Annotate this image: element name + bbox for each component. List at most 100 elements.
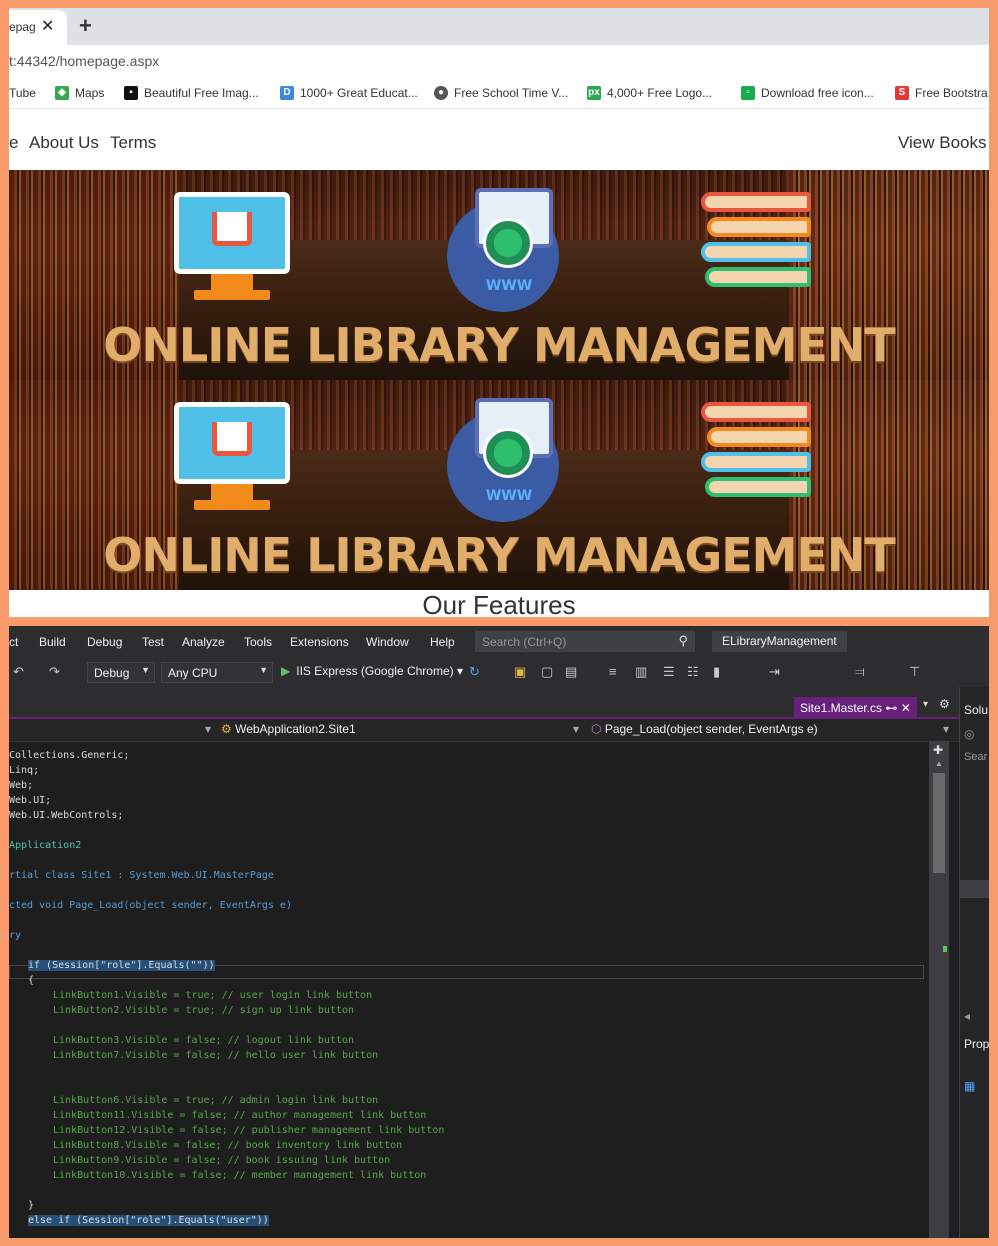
bookmark-great-education[interactable]: D 1000+ Great Educat... xyxy=(280,86,418,100)
align-left-icon[interactable]: ⫤ xyxy=(855,664,865,680)
globe-icon: ● xyxy=(434,86,448,100)
menu-window[interactable]: Window xyxy=(366,635,409,649)
bookmark-label: Tube xyxy=(9,86,36,100)
maps-icon: ◆ xyxy=(55,86,69,100)
document-tab[interactable]: Site1.Master.cs ⊷ ✕ xyxy=(794,697,917,718)
indent-icon[interactable]: ☰ xyxy=(663,664,675,680)
menu-tools[interactable]: Tools xyxy=(244,635,272,649)
code-line: } xyxy=(28,1200,35,1211)
bookmark-school-time[interactable]: ● Free School Time V... xyxy=(434,86,568,100)
settings-icon[interactable]: ⚙ xyxy=(939,697,950,711)
member-dropdown[interactable]: ⬡ Page_Load(object sender, EventArgs e) xyxy=(591,722,818,736)
book-stack-icon xyxy=(701,402,811,502)
code-line: Web; xyxy=(9,780,34,791)
scroll-left-icon[interactable]: ◂ xyxy=(964,1009,970,1023)
menu-analyze[interactable]: Analyze xyxy=(182,635,225,649)
solution-search[interactable]: Sear xyxy=(964,751,987,763)
class-icon: ⚙ xyxy=(221,722,236,736)
class-dropdown[interactable]: ⚙ WebApplication2.Site1 xyxy=(221,722,356,736)
chevron-down-icon[interactable]: ▾ xyxy=(573,722,579,736)
folder-icon[interactable]: ▣ xyxy=(514,664,526,680)
play-icon: ▶ xyxy=(281,664,291,678)
platform-dropdown[interactable]: Any CPU ▼ xyxy=(161,662,273,683)
banner-title: ONLINE LIBRARY MANAGEMENT xyxy=(103,318,895,372)
nav-view-books-link[interactable]: View Books xyxy=(898,133,987,153)
code-line: LinkButton2.Visible = true; // sign up l… xyxy=(53,1005,355,1016)
bookmark-youtube[interactable]: Tube xyxy=(9,86,36,100)
bookmark-label: Free Bootstra xyxy=(915,86,988,100)
search-box[interactable]: Search (Ctrl+Q) ⚲ xyxy=(475,631,695,652)
code-line: Application2 xyxy=(9,840,82,851)
split-icon[interactable]: ✚ xyxy=(933,743,943,757)
home-icon[interactable]: ◎ xyxy=(964,727,974,741)
scrollbar-thumb[interactable] xyxy=(933,773,945,873)
bookmark-free-logo[interactable]: px 4,000+ Free Logo... xyxy=(587,86,712,100)
platform-value: Any CPU xyxy=(168,666,218,680)
scroll-up-icon[interactable]: ▲ xyxy=(935,759,943,768)
document-tab-label: Site1.Master.cs xyxy=(800,701,883,715)
bookmark-icon[interactable]: ▮ xyxy=(713,664,720,680)
bookmark-beautiful-free-images[interactable]: ▪ Beautiful Free Imag... xyxy=(124,86,259,100)
run-button[interactable]: ▶ IIS Express (Google Chrome) ▾ xyxy=(281,664,463,678)
nav-about-link[interactable]: About Us xyxy=(29,133,99,153)
navigation-bar: ▾ ⚙ WebApplication2.Site1 ▾ ⬡ Page_Load(… xyxy=(9,719,959,742)
redo-icon[interactable]: ↷ xyxy=(49,664,60,680)
bookmark-free-bootstrap[interactable]: S Free Bootstra xyxy=(895,86,988,100)
camera-icon: ▪ xyxy=(124,86,138,100)
configuration-dropdown[interactable]: Debug ▼ xyxy=(87,662,155,683)
bookmark-label: 4,000+ Free Logo... xyxy=(607,86,713,100)
book-stack-icon xyxy=(701,192,811,292)
nav-home-link[interactable]: e xyxy=(9,133,18,153)
chevron-down-icon[interactable]: ▾ xyxy=(943,722,949,736)
chevron-down-icon[interactable]: ▾ xyxy=(205,722,211,736)
new-tab-button[interactable]: + xyxy=(79,13,92,39)
menu-extensions[interactable]: Extensions xyxy=(290,635,349,649)
format-icon[interactable]: ⇥ xyxy=(769,664,780,680)
menu-help[interactable]: Help xyxy=(430,635,455,649)
code-line: LinkButton8.Visible = false; // book inv… xyxy=(53,1140,403,1151)
globe-icon xyxy=(483,428,533,478)
code-line: else if (Session["role"].Equals("user")) xyxy=(28,1215,269,1226)
layout-icon[interactable]: ▤ xyxy=(565,664,577,680)
code-line: LinkButton3.Visible = false; // logout l… xyxy=(53,1035,355,1046)
document-tab-row: Site1.Master.cs ⊷ ✕ ▾ ⚙ xyxy=(9,687,959,719)
menu-test[interactable]: Test xyxy=(142,635,164,649)
undo-icon[interactable]: ↶ xyxy=(13,664,24,680)
close-icon[interactable]: ✕ xyxy=(901,701,911,715)
hero-banner: WWW ONLINE LIBRARY MANAGEMENT WWW ONLINE… xyxy=(9,170,989,590)
selected-item[interactable] xyxy=(960,880,989,898)
align-icon[interactable]: ≡ xyxy=(609,664,617,679)
url-text[interactable]: t:44342/homepage.aspx xyxy=(9,53,159,69)
close-icon[interactable]: ✕ xyxy=(41,16,54,36)
columns-icon[interactable]: ▥ xyxy=(635,664,647,680)
vertical-scrollbar[interactable]: ✚ ▲ xyxy=(929,741,949,1238)
address-bar[interactable]: t:44342/homepage.aspx xyxy=(9,45,989,79)
outdent-icon[interactable]: ☷ xyxy=(687,664,699,680)
window-icon[interactable]: ▢ xyxy=(541,664,553,680)
code-line: LinkButton11.Visible = false; // author … xyxy=(53,1110,427,1121)
bookmark-maps[interactable]: ◆ Maps xyxy=(55,86,104,100)
menu-project[interactable]: ct xyxy=(9,635,18,649)
nav-terms-link[interactable]: Terms xyxy=(110,133,156,153)
align-top-icon[interactable]: ⊤ xyxy=(909,664,920,680)
visual-studio-window: ct Build Debug Test Analyze Tools Extens… xyxy=(9,626,989,1238)
bookmark-label: Free School Time V... xyxy=(454,86,569,100)
menu-build[interactable]: Build xyxy=(39,635,66,649)
menu-debug[interactable]: Debug xyxy=(87,635,122,649)
search-icon: ⚲ xyxy=(678,633,688,648)
search-placeholder: Search (Ctrl+Q) xyxy=(482,635,567,649)
browser-tab[interactable]: epag ✕ xyxy=(9,10,67,45)
open-book-icon xyxy=(212,422,252,456)
code-line: LinkButton7.Visible = false; // hello us… xyxy=(53,1050,379,1061)
pin-icon[interactable]: ⊷ xyxy=(885,701,897,715)
refresh-icon[interactable]: ↻ xyxy=(469,664,480,680)
bookmark-label: Beautiful Free Imag... xyxy=(144,86,259,100)
code-line: { xyxy=(28,975,35,986)
bookmark-download-icons[interactable]: ▫ Download free icon... xyxy=(741,86,874,100)
open-book-icon xyxy=(212,212,252,246)
tab-list-dropdown-icon[interactable]: ▾ xyxy=(923,699,928,710)
properties-title: Prop xyxy=(964,1037,989,1051)
bookmarks-bar: Tube ◆ Maps ▪ Beautiful Free Imag... D 1… xyxy=(9,80,989,109)
properties-icon[interactable]: ▦ xyxy=(964,1079,975,1093)
bookmark-label: Download free icon... xyxy=(761,86,874,100)
